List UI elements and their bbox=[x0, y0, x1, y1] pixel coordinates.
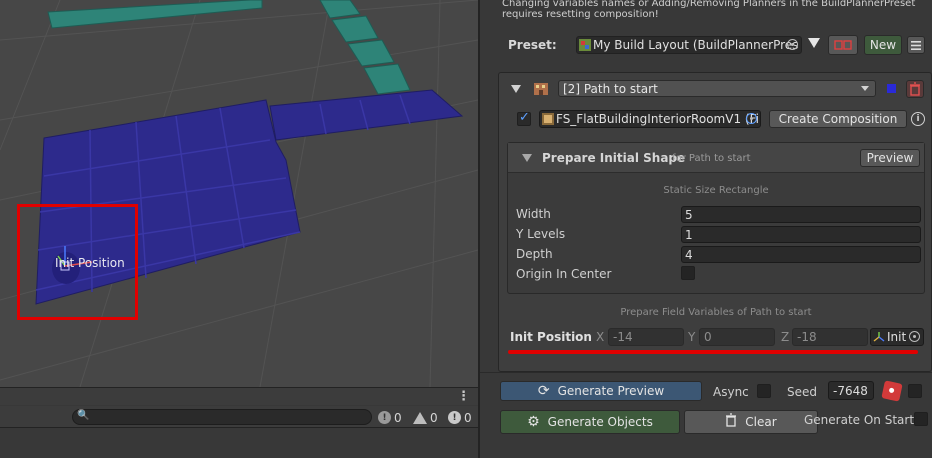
init-x-field[interactable]: -14 bbox=[608, 328, 684, 346]
scene-canvas[interactable] bbox=[0, 0, 478, 387]
gear-icon: ⚙ bbox=[527, 414, 540, 430]
trash-icon bbox=[910, 82, 920, 96]
log-counter[interactable]: ! 0 bbox=[378, 409, 402, 426]
planner-foldout-icon[interactable] bbox=[511, 85, 521, 93]
planner-name: [2] Path to start bbox=[563, 81, 658, 96]
kebab-menu-icon[interactable]: ⋮ bbox=[457, 389, 470, 404]
object-picker-icon[interactable] bbox=[787, 39, 798, 50]
prepare-shape-header: Prepare Initial Shape for Path to start … bbox=[508, 143, 924, 173]
console-body bbox=[0, 428, 478, 458]
error-icon: ! bbox=[448, 411, 461, 424]
generate-preview-button[interactable]: ⟳ Generate Preview bbox=[500, 381, 702, 401]
info-icon[interactable]: i bbox=[911, 112, 925, 126]
z-axis-label: Z bbox=[781, 330, 790, 344]
search-icon: 🔍 bbox=[77, 410, 90, 421]
scene-view[interactable]: Init Position bbox=[0, 0, 478, 387]
preset-dropdown-arrow-icon[interactable] bbox=[808, 38, 820, 48]
hamburger-menu-icon[interactable] bbox=[907, 36, 925, 54]
field-setup-asset-icon bbox=[542, 113, 554, 125]
log-count: 0 bbox=[394, 410, 402, 425]
seed-field[interactable]: -7648 bbox=[828, 381, 874, 400]
trash-icon bbox=[725, 413, 737, 431]
x-axis-label: X bbox=[596, 330, 605, 344]
generate-objects-button[interactable]: ⚙ Generate Objects bbox=[500, 410, 680, 434]
warning-count: 0 bbox=[430, 410, 438, 425]
y-levels-label: Y Levels bbox=[516, 227, 566, 241]
planner-select[interactable]: [2] Path to start bbox=[558, 80, 876, 97]
dropdown-arrow-icon bbox=[861, 86, 869, 91]
shape-preview-button[interactable]: Preview bbox=[860, 149, 920, 167]
prepare-shape-subtitle: for Path to start bbox=[672, 153, 751, 164]
shape-caption: Static Size Rectangle bbox=[663, 185, 769, 196]
preset-label: Preset: bbox=[508, 38, 557, 52]
generate-on-start-checkbox[interactable] bbox=[914, 412, 928, 426]
reset-warning-text: Changing variables names or Adding/Remov… bbox=[502, 0, 916, 20]
origin-in-center-checkbox[interactable] bbox=[681, 266, 695, 280]
object-picker-icon[interactable] bbox=[746, 113, 757, 124]
preset-value: My Build Layout (BuildPlannerPres bbox=[593, 38, 799, 52]
origin-in-center-label: Origin In Center bbox=[516, 267, 612, 281]
width-label: Width bbox=[516, 207, 551, 221]
shape-foldout-icon[interactable] bbox=[522, 154, 532, 162]
error-counter[interactable]: ! 0 bbox=[448, 409, 472, 426]
preset-row: Preset: My Build Layout (BuildPlannerPre… bbox=[498, 34, 932, 56]
inspector-panel: Changing variables names or Adding/Remov… bbox=[478, 0, 932, 458]
seed-label: Seed bbox=[787, 385, 817, 399]
width-field[interactable]: 5 bbox=[681, 206, 921, 223]
console-toolbar: 🔍 ! 0 0 ! 0 bbox=[0, 406, 478, 428]
field-variables-caption: Prepare Field Variables of Path to start bbox=[620, 307, 812, 318]
object-picker-icon[interactable] bbox=[909, 331, 920, 342]
init-z-field[interactable]: -18 bbox=[792, 328, 868, 346]
preset-asset-icon bbox=[579, 39, 591, 51]
generate-controls: ⟳ Generate Preview Async Seed -7648 ⚙ Ge… bbox=[480, 372, 932, 458]
async-checkbox[interactable] bbox=[757, 384, 771, 398]
depth-label: Depth bbox=[516, 247, 553, 261]
init-y-field[interactable]: 0 bbox=[699, 328, 775, 346]
planner-header: [2] Path to start bbox=[511, 80, 924, 98]
error-count: 0 bbox=[464, 410, 472, 425]
clear-label: Clear bbox=[745, 415, 777, 429]
planner-enabled-checkbox[interactable] bbox=[517, 110, 531, 126]
scene-highlight-box bbox=[17, 204, 138, 320]
console-tab-bar: ⋮ bbox=[0, 387, 478, 405]
generate-preview-label: Generate Preview bbox=[557, 384, 665, 398]
init-transform-field[interactable]: Init bbox=[870, 328, 924, 346]
generate-on-start-label: Generate On Start bbox=[804, 413, 915, 427]
transform-gizmo-icon bbox=[873, 332, 885, 342]
y-levels-field[interactable]: 1 bbox=[681, 226, 921, 243]
swap-icon bbox=[834, 40, 852, 50]
new-preset-button[interactable]: New bbox=[864, 35, 902, 55]
randomize-seed-dice-icon[interactable] bbox=[881, 380, 903, 402]
prepare-shape-section: Prepare Initial Shape for Path to start … bbox=[507, 142, 925, 294]
field-setup-value: FS_FlatBuildingInteriorRoomV1 (Fi bbox=[556, 112, 759, 126]
init-transform-value: Init bbox=[887, 330, 907, 344]
init-position-label: Init Position bbox=[510, 330, 592, 344]
field-setup-object-field[interactable]: FS_FlatBuildingInteriorRoomV1 (Fi bbox=[539, 110, 761, 128]
delete-planner-button[interactable] bbox=[906, 80, 924, 98]
planner-color-swatch[interactable] bbox=[887, 84, 896, 93]
async-label: Async bbox=[713, 385, 749, 399]
refresh-icon: ⟳ bbox=[537, 383, 550, 399]
console-search-input[interactable]: 🔍 bbox=[72, 409, 372, 425]
depth-field[interactable]: 4 bbox=[681, 246, 921, 263]
create-composition-button[interactable]: Create Composition bbox=[769, 110, 907, 128]
generate-objects-label: Generate Objects bbox=[547, 415, 653, 429]
preset-object-field[interactable]: My Build Layout (BuildPlannerPres bbox=[576, 36, 802, 54]
preset-swap-button[interactable] bbox=[828, 35, 858, 55]
info-log-icon: ! bbox=[378, 411, 391, 424]
prepare-shape-title: Prepare Initial Shape bbox=[542, 151, 686, 165]
warning-counter[interactable]: 0 bbox=[413, 409, 438, 426]
init-position-row: Init Position X -14 Y 0 Z -18 Init bbox=[510, 327, 930, 347]
warning-icon bbox=[413, 411, 427, 424]
seed-lock-checkbox[interactable] bbox=[908, 384, 922, 398]
y-axis-label: Y bbox=[688, 330, 696, 344]
planner-building-icon bbox=[534, 83, 548, 95]
init-position-underline bbox=[508, 350, 918, 354]
composition-row: FS_FlatBuildingInteriorRoomV1 (Fi Create… bbox=[511, 110, 925, 130]
clear-button[interactable]: Clear bbox=[684, 410, 818, 434]
